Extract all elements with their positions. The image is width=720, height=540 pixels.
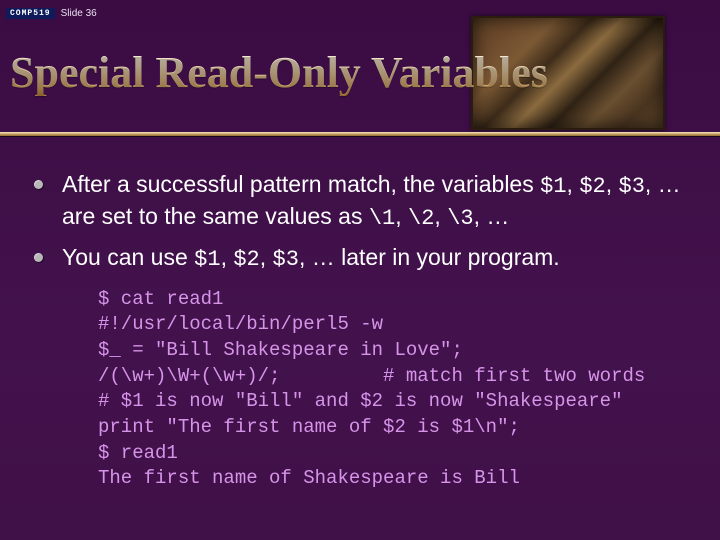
course-logo: COMP519 (6, 8, 55, 19)
bullet-text: You can use (62, 244, 194, 270)
bullet-text: , (221, 244, 234, 270)
bullet-text: , (567, 171, 580, 197)
title-underline (0, 132, 720, 136)
code-inline: $2 (233, 247, 259, 272)
code-inline: \3 (447, 206, 473, 231)
code-inline: \2 (408, 206, 434, 231)
bullet-text: , (434, 203, 447, 229)
code-inline: $1 (540, 174, 566, 199)
slide: COMP519 Slide 36 Special Read-Only Varia… (0, 0, 720, 540)
code-inline: $3 (619, 174, 645, 199)
code-inline: $2 (579, 174, 605, 199)
code-inline: \1 (369, 206, 395, 231)
bullet-text: , (260, 244, 273, 270)
slide-title: Special Read-Only Variables (10, 50, 712, 96)
bullet-text: , (606, 171, 619, 197)
bullet-list: After a successful pattern match, the va… (26, 170, 694, 275)
code-block: $ cat read1 #!/usr/local/bin/perl5 -w $_… (26, 287, 694, 492)
bullet-text: After a successful pattern match, the va… (62, 171, 540, 197)
bullet-item: After a successful pattern match, the va… (26, 170, 694, 233)
title-area: Special Read-Only Variables (8, 50, 712, 96)
bullet-text: , (395, 203, 408, 229)
code-inline: $1 (194, 247, 220, 272)
bullet-text: , … (474, 203, 510, 229)
code-inline: $3 (273, 247, 299, 272)
slide-number-label: Slide 36 (61, 8, 97, 19)
bullet-item: You can use $1, $2, $3, … later in your … (26, 243, 694, 275)
bullet-text: , … later in your program. (299, 244, 560, 270)
slide-body: After a successful pattern match, the va… (26, 170, 694, 492)
